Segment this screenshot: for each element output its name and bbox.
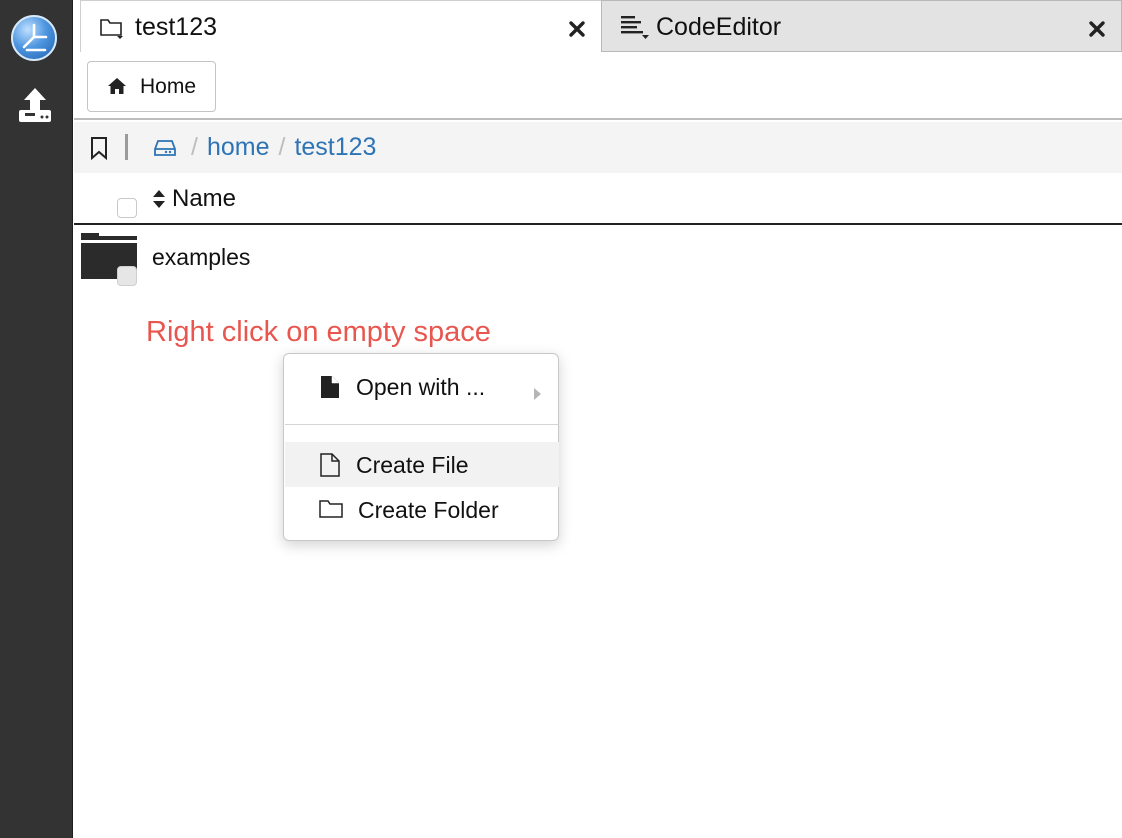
breadcrumb: / home / test123 (74, 122, 1122, 173)
folder-icon (99, 15, 125, 41)
sort-icon[interactable] (152, 189, 166, 209)
breadcrumb-separator: / (278, 133, 286, 161)
tab-label: CodeEditor (656, 13, 782, 41)
home-icon (107, 77, 127, 95)
menu-item-open-with[interactable]: Open with ... (285, 364, 559, 409)
menu-item-label: Open with ... (356, 374, 486, 400)
code-editor-icon (620, 13, 649, 39)
menu-item-label: Create Folder (358, 497, 499, 523)
menu-item-create-folder[interactable]: Create Folder (285, 487, 559, 532)
breadcrumb-path: / home / test123 (182, 133, 376, 162)
tab-label: test123 (135, 13, 218, 41)
menu-item-label: Create File (356, 452, 469, 478)
menu-divider (285, 424, 559, 425)
app-logo-icon[interactable] (11, 15, 57, 61)
select-all-checkbox[interactable] (117, 198, 137, 218)
home-label: Home (140, 75, 197, 98)
menu-item-create-file[interactable]: Create File (285, 442, 559, 487)
breadcrumb-item-test123[interactable]: test123 (294, 133, 376, 161)
file-name[interactable]: examples (152, 244, 250, 271)
file-list-header: Name (74, 173, 1122, 225)
close-icon[interactable] (567, 17, 587, 37)
new-file-icon (319, 453, 341, 477)
upload-icon[interactable] (17, 86, 53, 124)
name-column-header[interactable]: Name (172, 185, 236, 213)
breadcrumb-item-home[interactable]: home (207, 133, 270, 161)
row-checkbox[interactable] (117, 266, 137, 286)
list-item[interactable]: examples (74, 226, 1122, 286)
tab-codeeditor[interactable]: CodeEditor (601, 0, 1122, 52)
annotation-text: Right click on empty space (146, 316, 491, 348)
tab-bar: test123 CodeEditor (74, 0, 1122, 53)
tab-test123[interactable]: test123 (80, 0, 602, 53)
breadcrumb-divider (125, 134, 128, 160)
bookmark-icon[interactable] (90, 136, 108, 161)
activity-sidebar (0, 0, 73, 838)
close-icon[interactable] (1087, 17, 1107, 37)
drive-icon[interactable] (153, 138, 177, 158)
chevron-right-icon (533, 380, 542, 400)
context-menu: Open with ... Create File Create Folder (283, 353, 559, 541)
home-button[interactable]: Home (87, 61, 216, 112)
file-icon (319, 375, 341, 399)
new-folder-icon (319, 498, 343, 522)
breadcrumb-separator: / (191, 133, 198, 161)
toolbar: Home (74, 52, 1122, 120)
